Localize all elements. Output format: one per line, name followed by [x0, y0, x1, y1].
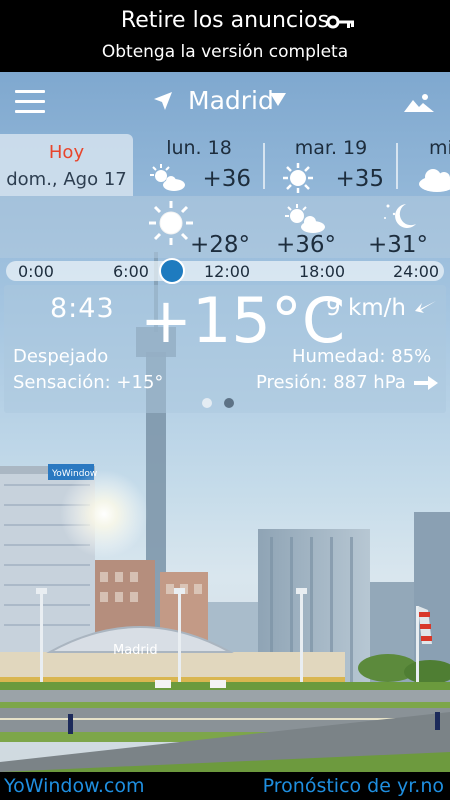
page-dot[interactable] [224, 398, 234, 408]
pressure: Presión: 887 hPa [256, 372, 406, 393]
day-tab-2[interactable]: mar. 19 +35 [266, 134, 396, 196]
forecast-source-link[interactable]: Pronóstico de yr.no [263, 775, 444, 797]
landscape-icon[interactable] [404, 92, 434, 112]
feels-like: Sensación: +15° [13, 372, 164, 393]
time-label: 18:00 [299, 262, 346, 281]
arrow-right-icon [414, 376, 438, 390]
day-name: lun. 18 [166, 137, 232, 159]
menu-icon[interactable] [15, 90, 45, 114]
time-label: 24:00 [393, 262, 440, 281]
page-dot-active[interactable] [202, 398, 212, 408]
footer-bar: YoWindow.com Pronóstico de yr.no [0, 772, 450, 800]
day-tab-today[interactable]: Hoy dom., Ago 17 [0, 134, 133, 196]
ad-title[interactable]: Retire los anuncios [0, 8, 450, 33]
ad-banner[interactable]: Retire los anuncios Obtenga la versión c… [0, 0, 450, 72]
day-name: mar. 19 [294, 137, 368, 159]
hour-temp: +36° [276, 232, 337, 258]
day-temp: +35 [335, 166, 384, 192]
time-label: 6:00 [113, 262, 149, 281]
chevron-down-icon[interactable] [270, 93, 286, 106]
day-name: Hoy [48, 142, 85, 163]
current-time: 8:43 [50, 293, 115, 324]
day-divider [396, 143, 398, 189]
humidity: Humedad: 85% [292, 346, 432, 367]
cloud-icon [419, 169, 450, 192]
wind-direction-icon [415, 301, 436, 313]
key-icon [326, 15, 354, 29]
hour-temp: +31° [368, 232, 429, 258]
yowindow-link[interactable]: YoWindow.com [4, 775, 145, 797]
time-label: 12:00 [204, 262, 251, 281]
day-tab-3[interactable]: mi [399, 134, 450, 196]
stadium-sign: Madrid [113, 643, 158, 658]
day-temp: +36 [202, 166, 251, 192]
weather-condition: Despejado [13, 346, 109, 367]
hour-temp: +28° [190, 232, 251, 258]
moon-stars-icon [384, 204, 416, 228]
wind-speed: 9 km/h [326, 295, 406, 321]
sun-cloud-icon [150, 164, 185, 191]
day-divider [263, 143, 265, 189]
ad-subtitle[interactable]: Obtenga la versión completa [0, 42, 450, 62]
sun-icon [283, 163, 313, 193]
time-slider-handle[interactable] [159, 258, 185, 284]
day-tab-1[interactable]: lun. 18 +36 [135, 134, 263, 196]
location-arrow-icon[interactable] [152, 90, 174, 112]
city-name[interactable]: Madrid [188, 86, 274, 115]
sun-cloud-icon [285, 204, 325, 233]
time-label: 0:00 [18, 262, 54, 281]
day-name: mi [429, 137, 450, 159]
sun-icon [149, 201, 193, 245]
day-date: dom., Ago 17 [6, 169, 127, 190]
